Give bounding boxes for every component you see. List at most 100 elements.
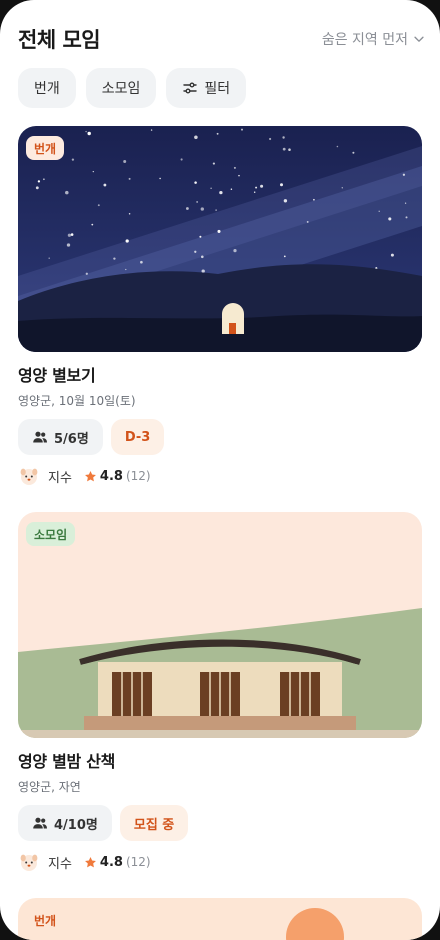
star-dot: [288, 148, 291, 151]
star-dot: [113, 257, 116, 260]
star-dot: [238, 174, 240, 177]
star-dot: [341, 187, 343, 189]
sun-illustration: [286, 908, 344, 940]
meetup-card[interactable]: 번개: [18, 898, 422, 940]
card-subtitle: 영양군, 10월 10일(토): [18, 394, 136, 408]
star-dot: [43, 178, 45, 181]
filter-chips: 번개 소모임 필터: [18, 68, 247, 108]
star-dot: [241, 128, 243, 131]
rating: 4.8 (12): [84, 469, 151, 484]
status-pill: D-3: [110, 419, 165, 455]
star-dot: [37, 180, 41, 183]
star-dot: [194, 250, 197, 253]
rating-score: 4.8: [99, 854, 123, 870]
pavilion-illustration: [18, 512, 422, 738]
host-avatar: [20, 854, 38, 871]
card-title: 영양 별보기: [18, 366, 96, 385]
star-dot: [70, 233, 74, 236]
chip-small-group[interactable]: 소모임: [85, 68, 157, 108]
star-dot: [215, 209, 217, 211]
star-dot: [125, 268, 127, 271]
star-dot: [283, 255, 286, 258]
star-dot: [269, 137, 272, 141]
star-dot: [260, 184, 264, 188]
sort-dropdown[interactable]: 숨은 지역 먼저: [322, 29, 426, 49]
rating-score: 4.8: [99, 468, 123, 484]
star-dot: [283, 199, 288, 203]
star-dot: [185, 207, 189, 210]
star-dot: [233, 248, 237, 253]
chevron-down-icon: [414, 36, 424, 42]
star-dot: [123, 160, 127, 163]
star-dot: [140, 260, 143, 264]
star-dot: [230, 188, 233, 190]
star-dot: [217, 229, 221, 233]
host-row: 지수 4.8 (12): [18, 851, 422, 873]
star-dot: [233, 166, 236, 169]
card-type-badge: 번개: [34, 913, 57, 928]
host-avatar: [20, 468, 38, 485]
star-dot: [65, 190, 69, 195]
star-dot: [390, 253, 394, 257]
rating: 4.8 (12): [84, 855, 151, 870]
star-dot: [313, 198, 315, 201]
night-sky-illustration: [18, 126, 422, 352]
header: 전체 모임 숨은 지역 먼저: [18, 22, 426, 56]
star-dot: [199, 235, 202, 238]
card-pills: 4/10명 모집 중: [18, 805, 422, 841]
star-dot: [280, 183, 283, 187]
star-dot: [103, 183, 107, 187]
sliders-icon: [183, 82, 198, 94]
chip-filter[interactable]: 필터: [166, 68, 247, 108]
chip-label: 번개: [34, 81, 60, 97]
star-icon: [84, 856, 96, 867]
star-dot: [404, 202, 407, 204]
rating-count: (12): [125, 469, 151, 483]
star-dot: [97, 204, 100, 207]
star-dot: [219, 190, 223, 195]
sort-label: 숨은 지역 먼저: [321, 32, 408, 48]
star-dot: [388, 217, 392, 221]
star-dot: [48, 257, 50, 259]
star-dot: [71, 158, 75, 161]
chip-label: 필터: [204, 81, 231, 97]
star-dot: [212, 162, 215, 165]
star-dot: [201, 269, 205, 273]
members-pill: 5/6명: [18, 419, 103, 455]
chip-label: 소모임: [101, 81, 141, 97]
star-dot: [282, 136, 285, 139]
page-title: 전체 모임: [18, 28, 101, 52]
star-dot: [128, 177, 131, 180]
star-dot: [85, 130, 87, 133]
meetup-card[interactable]: 소모임 영양 별밤 산책 영양군, 자연 4/10명 모집 중 지수 4.8 (…: [18, 512, 422, 873]
star-dot: [210, 187, 212, 189]
star-dot: [201, 255, 204, 259]
star-dot: [194, 135, 198, 140]
star-dot: [125, 239, 129, 243]
star-dot: [255, 186, 258, 189]
star-dot: [128, 213, 131, 215]
card-pills: 5/6명 D-3: [18, 419, 422, 455]
meetup-card[interactable]: 번개 영양 별보기 영양군, 10월 10일(토) 5/6명 D-3 지수 4.…: [18, 126, 422, 487]
card-subtitle: 영양군, 자연: [18, 780, 81, 794]
star-dot: [200, 207, 204, 211]
star-dot: [159, 177, 161, 180]
host-name: 지수: [48, 470, 72, 486]
star-dot: [282, 147, 286, 151]
chip-lightning[interactable]: 번개: [18, 68, 76, 108]
star-dot: [196, 201, 198, 203]
status-pill: 모집 중: [119, 805, 189, 841]
host-row: 지수 4.8 (12): [18, 465, 422, 487]
star-dot: [85, 272, 88, 275]
star-dot: [402, 173, 406, 176]
star-dot: [216, 132, 219, 135]
star-dot: [87, 131, 91, 136]
star-icon: [84, 470, 96, 481]
members-count: 5/6명: [54, 431, 89, 447]
host-name: 지수: [48, 856, 72, 872]
rating-count: (12): [125, 855, 151, 869]
star-dot: [92, 170, 94, 173]
users-icon: [33, 817, 47, 829]
star-dot: [150, 129, 153, 131]
star-dot: [35, 186, 39, 190]
